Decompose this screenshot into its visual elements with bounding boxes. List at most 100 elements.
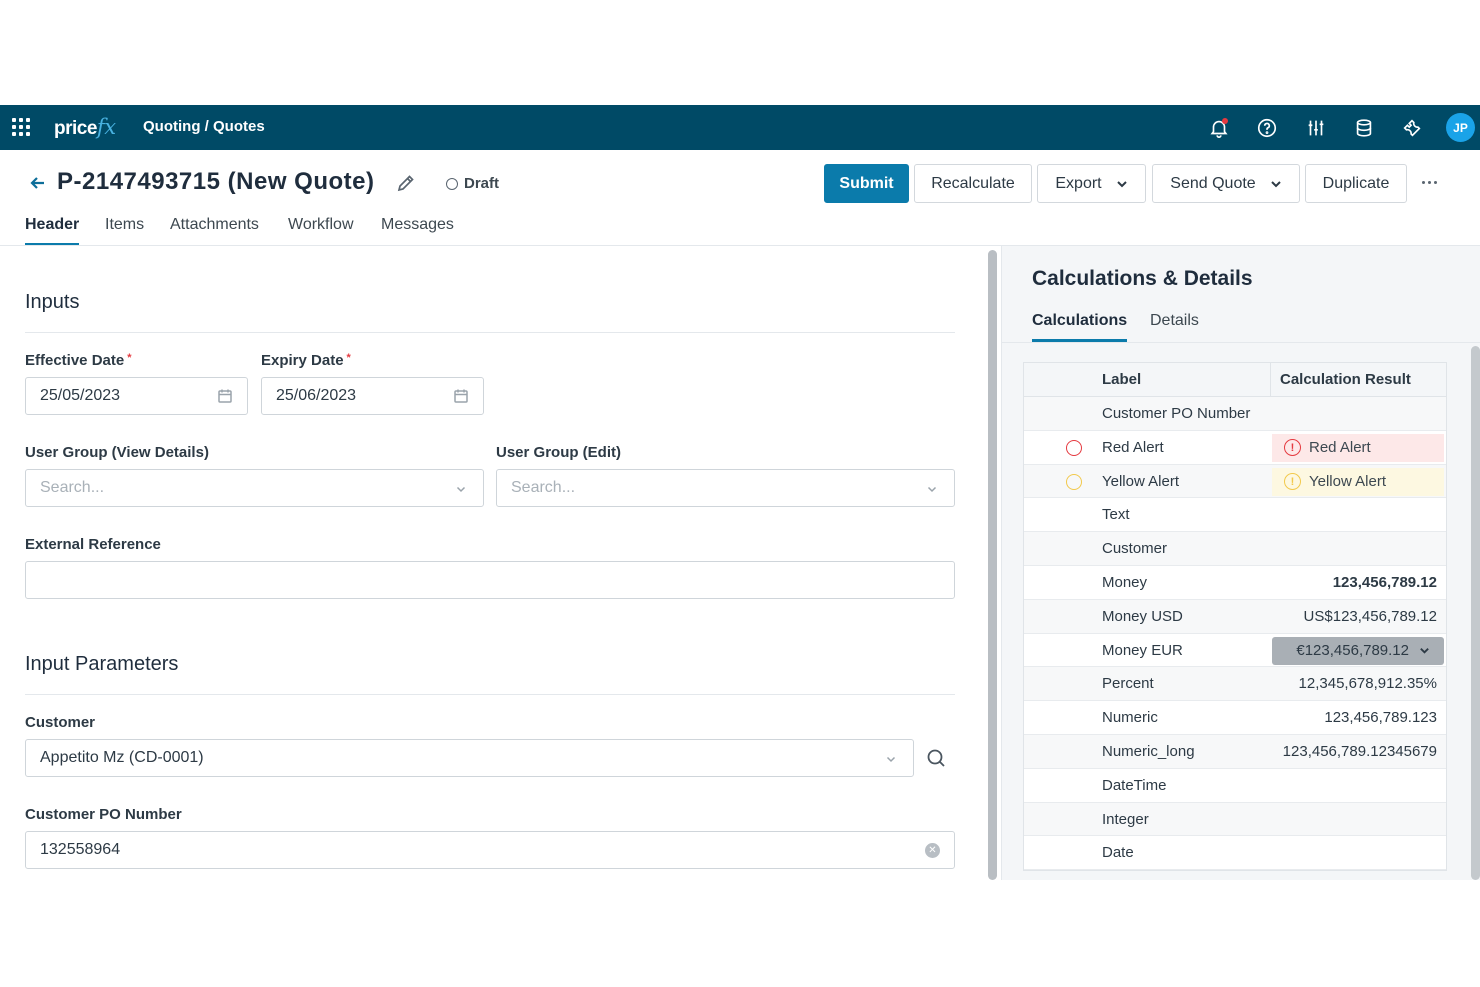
table-row[interactable]: Money 123,456,789.12 [1024,566,1446,600]
chevron-down-icon [453,481,469,497]
row-label: Money EUR [1102,641,1183,659]
external-reference-label: External Reference [25,536,161,553]
column-header-result[interactable]: Calculation Result [1280,371,1411,388]
main-scrollbar[interactable] [988,250,997,880]
user-group-edit-placeholder: Search... [511,479,576,496]
chevron-down-icon [883,751,899,767]
expiry-date-value: 25/06/2023 [276,387,357,404]
tools-icon[interactable] [1401,117,1423,139]
pencil-edit-icon[interactable] [396,173,416,193]
row-value: 12,345,678,912.35% [1298,675,1437,693]
customer-value: Appetito Mz (CD-0001) [40,749,204,766]
panel-tabs-divider [1002,342,1480,343]
database-icon[interactable] [1353,117,1375,139]
table-header: Label Calculation Result [1024,363,1446,397]
table-row[interactable]: Money EUR €123,456,789.12 [1024,634,1446,668]
apps-grid-icon[interactable] [12,118,30,136]
row-label: Date [1102,844,1134,862]
submit-button[interactable]: Submit [824,164,909,203]
expiry-date-field[interactable]: 25/06/2023 [261,377,484,415]
chevron-down-icon [1419,645,1430,656]
user-group-view-select[interactable]: Search... [25,469,484,507]
exclamation-circle-icon: ! [1284,439,1301,457]
duplicate-button[interactable]: Duplicate [1305,164,1407,203]
export-button[interactable]: Export [1037,164,1146,203]
table-row[interactable]: Customer [1024,532,1446,566]
user-group-edit-label: User Group (Edit) [496,444,622,461]
page-title: P-2147493715 (New Quote) [57,168,375,195]
tab-header[interactable]: Header [25,216,80,246]
column-header-label[interactable]: Label [1102,371,1141,388]
tab-calculations[interactable]: Calculations [1032,312,1128,342]
customer-select[interactable]: Appetito Mz (CD-0001) [25,739,914,777]
recalculate-button[interactable]: Recalculate [914,164,1032,203]
row-value: 123,456,789.12 [1332,573,1437,591]
table-row[interactable]: Money USD US$123,456,789.12 [1024,599,1446,634]
row-label: Customer PO Number [1102,405,1251,422]
row-label: Yellow Alert [1102,472,1179,490]
tab-attachments[interactable]: Attachments [170,216,259,246]
row-value: €123,456,789.12 [1296,642,1409,660]
customer-po-label: Customer PO Number [25,806,182,823]
customer-po-input[interactable]: 132558964 ✕ [25,831,955,869]
table-row[interactable]: Date [1024,836,1446,871]
more-options-icon[interactable] [1422,181,1437,184]
table-row[interactable]: Percent 12,345,678,912.35% [1024,667,1446,702]
table-row[interactable]: Text [1024,498,1446,533]
column-separator[interactable] [1270,363,1271,397]
table-row[interactable]: Customer PO Number [1024,397,1446,431]
external-reference-input[interactable] [25,561,955,599]
row-label: Customer [1102,540,1168,558]
table-row[interactable]: Numeric_long 123,456,789.12345679 [1024,734,1446,769]
search-icon[interactable] [925,747,947,769]
red-alert-ring-icon [1066,439,1082,456]
table-row[interactable]: Red Alert! Red Alert [1024,431,1446,465]
table-row[interactable]: Yellow Alert! Yellow Alert [1024,464,1446,499]
calendar-icon[interactable] [453,388,469,404]
table-body: Customer PO Number Red Alert! Red Alert Yel… [1024,397,1446,871]
user-group-edit-select[interactable]: Search... [496,469,955,507]
clear-icon[interactable]: ✕ [925,843,940,858]
bell-icon[interactable] [1208,117,1230,139]
tab-items[interactable]: Items [105,216,144,246]
section-divider [25,694,955,695]
sliders-icon[interactable] [1305,117,1327,139]
help-icon[interactable] [1256,117,1278,139]
customer-po-value: 132558964 [40,841,121,858]
tab-workflow[interactable]: Workflow [288,216,354,246]
top-navigation-bar: pricefx Quoting / Quotes JP [0,105,1480,150]
user-group-view-placeholder: Search... [40,479,105,496]
breadcrumb[interactable]: Quoting / Quotes [143,118,265,135]
status-text: Draft [464,175,500,192]
panel-scrollbar[interactable] [1471,346,1480,880]
calendar-icon[interactable] [217,388,233,404]
row-value: 123,456,789.12345679 [1282,742,1437,760]
table-row[interactable]: Numeric 123,456,789.123 [1024,701,1446,735]
table-row[interactable]: Integer [1024,802,1446,837]
send-quote-label: Send Quote [1170,174,1256,192]
send-quote-button[interactable]: Send Quote [1152,164,1300,203]
export-label: Export [1055,174,1102,192]
tab-details[interactable]: Details [1150,312,1199,342]
row-value: 123,456,789.123 [1324,709,1437,727]
chevron-down-icon [1116,178,1128,190]
tab-messages[interactable]: Messages [381,216,454,246]
calculations-panel: Calculations & Details Calculations Deta… [1002,246,1480,880]
pricefx-logo[interactable]: pricefx [54,115,116,140]
section-divider [25,332,955,333]
status-badge: Draft [446,175,499,192]
input-parameters-section-title: Input Parameters [25,653,179,675]
currency-select[interactable]: €123,456,789.12 [1272,636,1444,665]
expiry-date-label: Expiry Date * [261,352,351,369]
customer-label: Customer [25,714,96,731]
row-value: Red Alert [1309,439,1371,457]
effective-date-label: Effective Date * [25,352,132,369]
back-arrow-icon[interactable] [28,173,48,193]
row-label: Numeric_long [1102,742,1195,760]
effective-date-field[interactable]: 25/05/2023 [25,377,248,415]
chevron-down-icon [1270,178,1282,190]
table-row[interactable]: DateTime [1024,769,1446,803]
notification-dot [1222,118,1228,124]
user-avatar[interactable]: JP [1446,113,1475,142]
effective-date-value: 25/05/2023 [40,387,121,404]
